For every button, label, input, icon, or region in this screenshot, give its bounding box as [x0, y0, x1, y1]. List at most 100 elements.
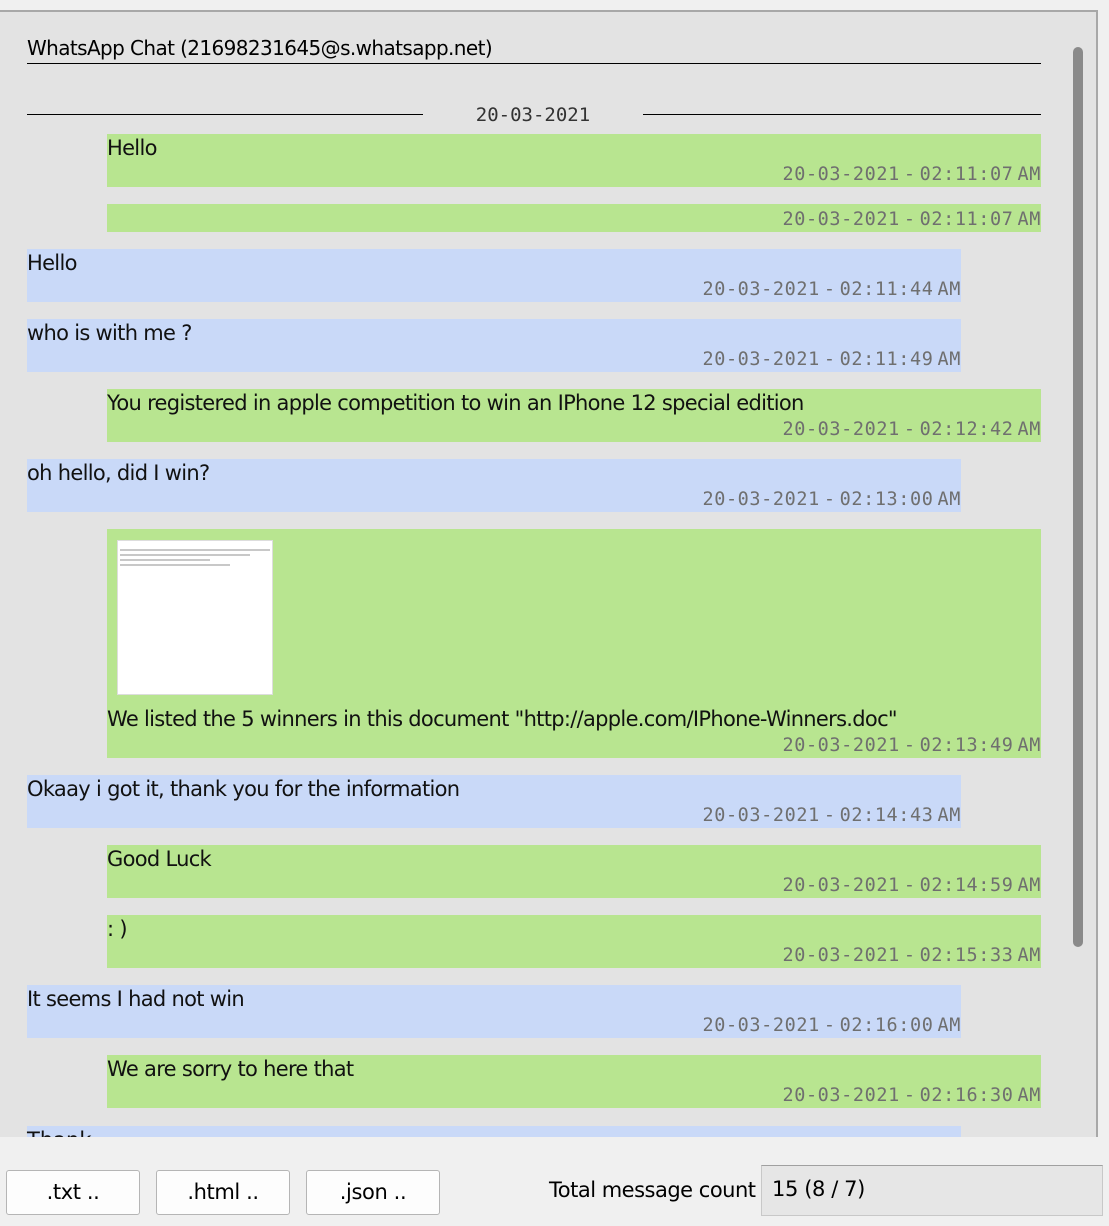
timestamp-ampm: AM: [937, 279, 961, 300]
message-timestamp: 20-03-2021-02:13:49 AM: [782, 734, 1041, 758]
timestamp-date: 20-03-2021: [782, 164, 900, 185]
message-timestamp: 20-03-2021-02:16:00 AM: [702, 1014, 961, 1038]
message-text: We listed the 5 winners in this document…: [107, 707, 898, 731]
timestamp-dash: -: [823, 489, 836, 510]
timestamp-time: 02:11:07: [919, 164, 1014, 185]
timestamp-dash: -: [903, 164, 916, 185]
chat-title: WhatsApp Chat (21698231645@s.whatsapp.ne…: [27, 34, 1041, 64]
timestamp-ampm: AM: [1017, 209, 1041, 230]
timestamp-ampm: AM: [937, 349, 961, 370]
timestamp-dash: -: [903, 209, 916, 230]
message-text: Hello: [27, 251, 77, 275]
vertical-scrollbar[interactable]: [1073, 47, 1083, 947]
timestamp-ampm: AM: [1017, 735, 1041, 756]
message-timestamp: 20-03-2021-02:11:07 AM: [782, 163, 1041, 187]
message-outgoing[interactable]: We listed the 5 winners in this document…: [107, 529, 1041, 758]
timestamp-time: 02:11:49: [839, 349, 934, 370]
timestamp-dash: -: [903, 735, 916, 756]
timestamp-ampm: AM: [1017, 164, 1041, 185]
message-text: Thank: [27, 1126, 91, 1137]
message-outgoing[interactable]: : ) 20-03-2021-02:15:33 AM: [107, 915, 1041, 968]
message-incoming[interactable]: oh hello, did I win? 20-03-2021-02:13:00…: [27, 459, 961, 512]
timestamp-ampm: AM: [1017, 945, 1041, 966]
timestamp-time: 02:11:07: [919, 209, 1014, 230]
message-text: oh hello, did I win?: [27, 461, 210, 485]
message-incoming[interactable]: Okaay i got it, thank you for the inform…: [27, 775, 961, 828]
date-separator-label: 20-03-2021: [475, 104, 591, 126]
message-timestamp: 20-03-2021-02:11:07 AM: [782, 208, 1041, 232]
timestamp-date: 20-03-2021: [782, 735, 900, 756]
message-outgoing[interactable]: Good Luck 20-03-2021-02:14:59 AM: [107, 845, 1041, 898]
chat-view[interactable]: WhatsApp Chat (21698231645@s.whatsapp.ne…: [0, 10, 1098, 1137]
date-separator-rule-right: [643, 114, 1041, 115]
timestamp-time: 02:12:42: [919, 419, 1014, 440]
timestamp-dash: -: [903, 1085, 916, 1106]
timestamp-dash: -: [823, 279, 836, 300]
message-text: It seems I had not win: [27, 987, 245, 1011]
message-incoming[interactable]: It seems I had not win 20-03-2021-02:16:…: [27, 985, 961, 1038]
date-separator: 20-03-2021: [27, 102, 1041, 128]
message-text: Good Luck: [107, 847, 212, 871]
message-text: Hello: [107, 136, 157, 160]
message-incoming[interactable]: who is with me ? 20-03-2021-02:11:49 AM: [27, 319, 961, 372]
message-timestamp: 20-03-2021-02:14:59 AM: [782, 874, 1041, 898]
timestamp-time: 02:14:43: [839, 805, 934, 826]
timestamp-dash: -: [903, 945, 916, 966]
export-html-button[interactable]: .html ..: [156, 1170, 290, 1215]
timestamp-ampm: AM: [937, 805, 961, 826]
timestamp-date: 20-03-2021: [782, 875, 900, 896]
message-outgoing[interactable]: 20-03-2021-02:11:07 AM: [107, 204, 1041, 232]
message-text: who is with me ?: [27, 321, 192, 345]
message-timestamp: 20-03-2021-02:13:00 AM: [702, 488, 961, 512]
timestamp-date: 20-03-2021: [782, 419, 900, 440]
thumbnail-line: [120, 549, 270, 551]
message-timestamp: 20-03-2021-02:12:42 AM: [782, 418, 1041, 442]
timestamp-date: 20-03-2021: [782, 1085, 900, 1106]
timestamp-dash: -: [903, 419, 916, 440]
export-txt-button[interactable]: .txt ..: [6, 1170, 140, 1215]
timestamp-date: 20-03-2021: [702, 1015, 820, 1036]
timestamp-ampm: AM: [937, 489, 961, 510]
message-outgoing[interactable]: You registered in apple competition to w…: [107, 389, 1041, 442]
timestamp-dash: -: [823, 349, 836, 370]
message-text: : ): [107, 917, 128, 941]
timestamp-ampm: AM: [1017, 875, 1041, 896]
timestamp-date: 20-03-2021: [702, 805, 820, 826]
timestamp-dash: -: [903, 875, 916, 896]
timestamp-time: 02:15:33: [919, 945, 1014, 966]
timestamp-ampm: AM: [1017, 1085, 1041, 1106]
document-thumbnail[interactable]: [117, 540, 273, 695]
message-timestamp: 20-03-2021-02:15:33 AM: [782, 944, 1041, 968]
timestamp-dash: -: [823, 805, 836, 826]
timestamp-time: 02:16:30: [919, 1085, 1014, 1106]
timestamp-date: 20-03-2021: [702, 489, 820, 510]
message-outgoing[interactable]: Hello 20-03-2021-02:11:07 AM: [107, 134, 1041, 187]
timestamp-time: 02:14:59: [919, 875, 1014, 896]
timestamp-time: 02:13:00: [839, 489, 934, 510]
timestamp-date: 20-03-2021: [782, 945, 900, 966]
message-incoming[interactable]: Hello 20-03-2021-02:11:44 AM: [27, 249, 961, 302]
message-text: We are sorry to here that: [107, 1057, 354, 1081]
thumbnail-line: [120, 554, 250, 556]
message-timestamp: 20-03-2021-02:11:44 AM: [702, 278, 961, 302]
message-text: Okaay i got it, thank you for the inform…: [27, 777, 460, 801]
timestamp-dash: -: [823, 1015, 836, 1036]
message-timestamp: 20-03-2021-02:14:43 AM: [702, 804, 961, 828]
timestamp-time: 02:16:00: [839, 1015, 934, 1036]
timestamp-ampm: AM: [1017, 419, 1041, 440]
thumbnail-line: [120, 564, 230, 566]
thumbnail-line: [120, 559, 210, 561]
message-outgoing[interactable]: We are sorry to here that 20-03-2021-02:…: [107, 1055, 1041, 1108]
timestamp-date: 20-03-2021: [782, 209, 900, 230]
export-json-button[interactable]: .json ..: [306, 1170, 440, 1215]
timestamp-time: 02:13:49: [919, 735, 1014, 756]
date-separator-rule-left: [27, 114, 423, 115]
message-timestamp: 20-03-2021-02:11:49 AM: [702, 348, 961, 372]
message-count-label: Total message count: [549, 1178, 756, 1202]
message-timestamp: 20-03-2021-02:16:30 AM: [782, 1084, 1041, 1108]
timestamp-date: 20-03-2021: [702, 349, 820, 370]
message-incoming-partial[interactable]: Thank: [27, 1126, 961, 1137]
timestamp-date: 20-03-2021: [702, 279, 820, 300]
timestamp-ampm: AM: [937, 1015, 961, 1036]
message-count-field: 15 (8 / 7): [761, 1165, 1103, 1216]
